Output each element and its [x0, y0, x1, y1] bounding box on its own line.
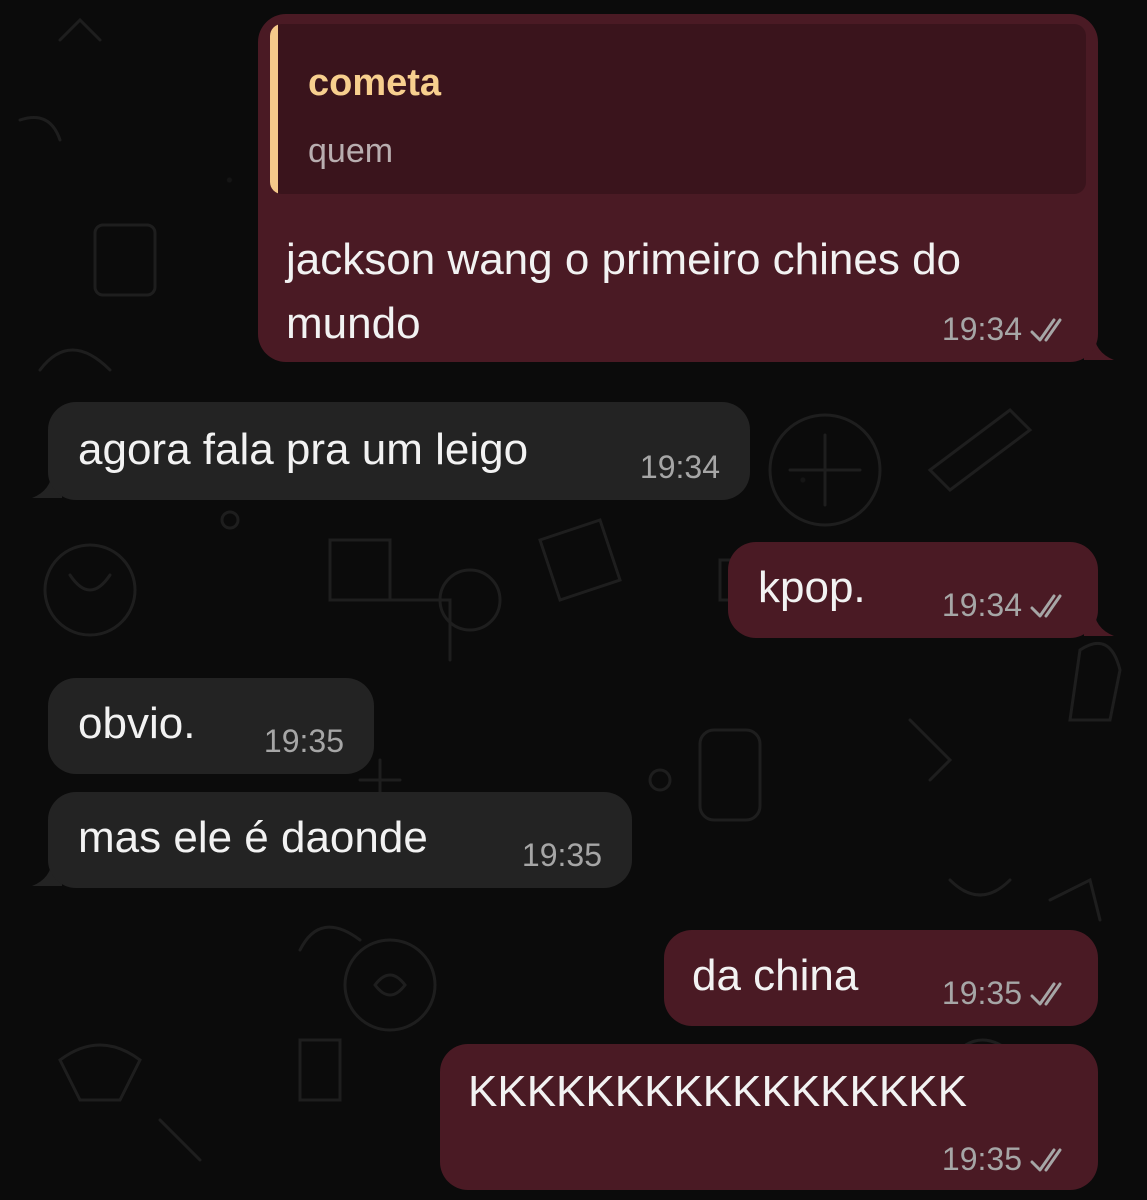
message-meta: 19:35 [264, 723, 344, 760]
message-time: 19:34 [941, 311, 1022, 347]
chat-area: cometa quem jackson wang o primeiro chin… [0, 0, 1147, 1200]
message-meta: 19:34 [942, 587, 1070, 624]
message-time: 19:35 [941, 1141, 1022, 1177]
message-time: 19:35 [263, 723, 344, 759]
quote-author: cometa [308, 62, 442, 104]
incoming-message[interactable]: agora fala pra um leigo 19:34 [48, 402, 750, 500]
message-text: mas ele é daonde [78, 813, 428, 862]
message-text: kpop. [758, 563, 866, 612]
quote-accent-bar [270, 24, 278, 194]
double-check-icon [1030, 982, 1062, 1005]
outgoing-message[interactable]: kpop. 19:34 [728, 542, 1098, 638]
message-meta: 19:35 [942, 1141, 1070, 1178]
message-text: KKKKKKKKKKKKKKKKK [468, 1067, 967, 1116]
message-text: jackson wang o primeiro chines do mundo [286, 228, 961, 356]
message-time: 19:34 [941, 587, 1022, 623]
message-meta: 19:34 [640, 449, 720, 486]
outgoing-message[interactable]: KKKKKKKKKKKKKKKKK 19:35 [440, 1044, 1098, 1190]
message-meta: 19:34 [942, 311, 1070, 348]
message-time: 19:35 [521, 837, 602, 873]
message-text: da china [692, 951, 859, 1000]
double-check-icon [1030, 594, 1062, 617]
outgoing-message[interactable]: da china 19:35 [664, 930, 1098, 1026]
incoming-message[interactable]: obvio. 19:35 [48, 678, 374, 774]
quoted-reply[interactable]: cometa quem [270, 24, 1086, 194]
message-time: 19:35 [941, 975, 1022, 1011]
message-meta: 19:35 [522, 837, 602, 874]
quote-text: quem [308, 132, 394, 170]
double-check-icon [1030, 318, 1062, 341]
message-time: 19:34 [639, 449, 720, 485]
message-meta: 19:35 [942, 975, 1070, 1012]
message-line: jackson wang o primeiro chines do [286, 235, 962, 284]
outgoing-message[interactable]: cometa quem jackson wang o primeiro chin… [258, 14, 1098, 362]
message-text: agora fala pra um leigo [78, 425, 529, 474]
message-text: obvio. [78, 699, 196, 748]
double-check-icon [1030, 1148, 1062, 1171]
incoming-message[interactable]: mas ele é daonde 19:35 [48, 792, 632, 888]
message-line: mundo [286, 299, 421, 348]
